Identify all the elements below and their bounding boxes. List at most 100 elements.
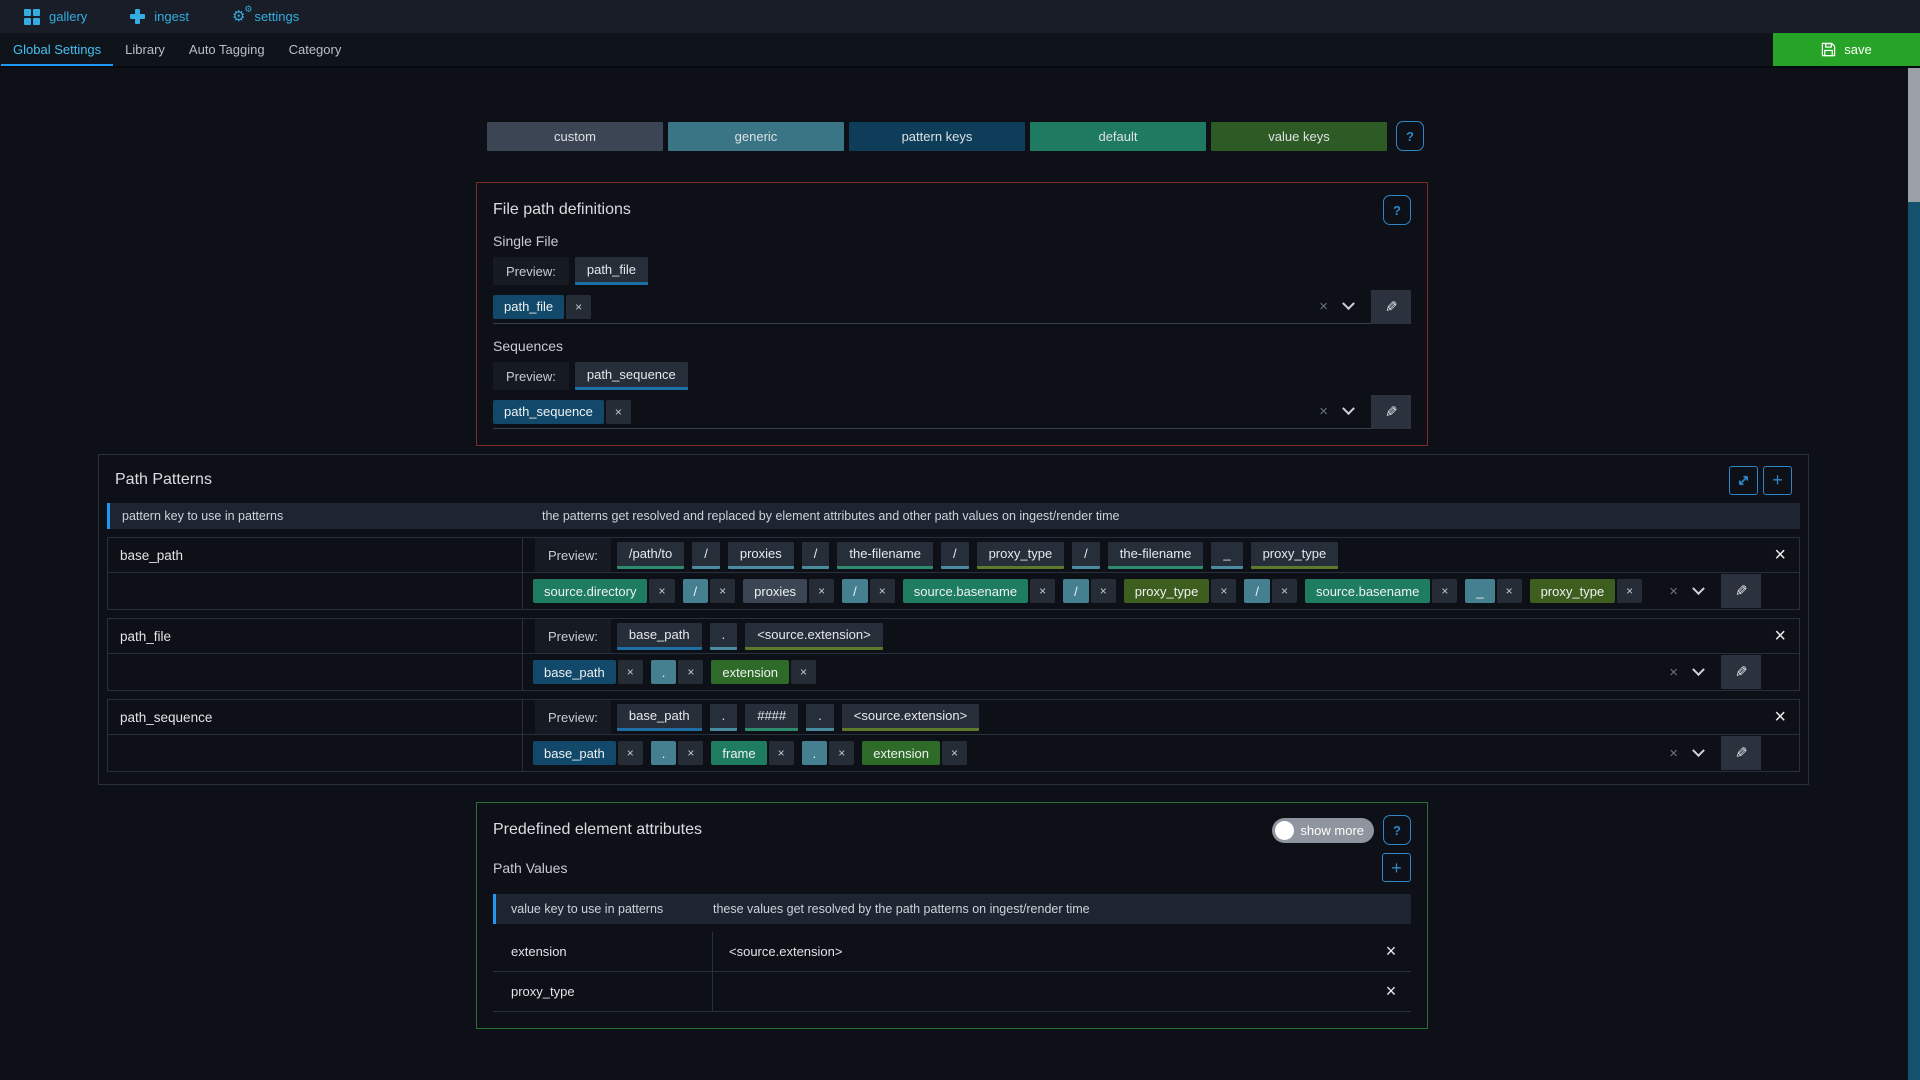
remove-chip-icon[interactable]: × xyxy=(829,741,854,765)
chevron-down-icon[interactable] xyxy=(1692,663,1705,676)
edit-button[interactable]: ✎ xyxy=(1371,395,1411,429)
tag-chip[interactable]: proxy_type× xyxy=(1124,579,1237,603)
predefined-help-button[interactable]: ? xyxy=(1383,815,1411,845)
clear-input-icon[interactable]: × xyxy=(1669,745,1678,762)
remove-chip-icon[interactable]: × xyxy=(566,295,591,319)
tag-chip[interactable]: .× xyxy=(802,741,855,765)
value-content[interactable] xyxy=(713,972,1371,1011)
nav-gallery[interactable]: gallery xyxy=(24,9,87,25)
tag-chip-label: / xyxy=(683,579,709,603)
remove-chip-icon[interactable]: × xyxy=(769,741,794,765)
remove-chip-icon[interactable]: × xyxy=(870,579,895,603)
tag-chip[interactable]: extension× xyxy=(711,660,816,684)
sequences-pattern-input[interactable]: path_sequence× × ✎ xyxy=(493,395,1411,429)
preview-chip: . xyxy=(806,704,834,731)
tag-chip[interactable]: /× xyxy=(683,579,736,603)
clear-input-icon[interactable]: × xyxy=(1669,664,1678,681)
tag-chip[interactable]: proxies× xyxy=(743,579,834,603)
show-more-toggle[interactable]: show more xyxy=(1272,818,1374,843)
tag-chip[interactable]: proxy_type× xyxy=(1530,579,1643,603)
tag-chip[interactable]: /× xyxy=(1063,579,1116,603)
delete-value-button[interactable]: × xyxy=(1371,972,1411,1011)
remove-chip-icon[interactable]: × xyxy=(1030,579,1055,603)
tag-chip[interactable]: path_file× xyxy=(493,295,591,319)
tag-chip[interactable]: .× xyxy=(651,741,704,765)
remove-chip-icon[interactable]: × xyxy=(1432,579,1457,603)
pattern-editor-input[interactable]: source.directory×/×proxies×/×source.base… xyxy=(523,573,1799,609)
edit-button[interactable]: ✎ xyxy=(1371,290,1411,324)
preview-chip: / xyxy=(941,542,969,569)
remove-chip-icon[interactable]: × xyxy=(1617,579,1642,603)
clear-input-icon[interactable]: × xyxy=(1319,298,1328,315)
tag-chip[interactable]: base_path× xyxy=(533,741,643,765)
remove-chip-icon[interactable]: × xyxy=(710,579,735,603)
scrollbar-thumb[interactable] xyxy=(1908,68,1920,202)
tab-auto-tagging[interactable]: Auto Tagging xyxy=(177,33,277,66)
remove-chip-icon[interactable]: × xyxy=(606,400,631,424)
generic-button[interactable]: generic xyxy=(668,122,844,151)
clear-input-icon[interactable]: × xyxy=(1319,403,1328,420)
tag-chip[interactable]: _× xyxy=(1465,579,1521,603)
tag-chip[interactable]: extension× xyxy=(862,741,967,765)
tab-global-settings[interactable]: Global Settings xyxy=(1,33,113,66)
remove-chip-icon[interactable]: × xyxy=(942,741,967,765)
pattern-keys-button[interactable]: pattern keys xyxy=(849,122,1025,151)
custom-button[interactable]: custom xyxy=(487,122,663,151)
edit-button[interactable]: ✎ xyxy=(1721,574,1761,608)
tag-chip[interactable]: source.directory× xyxy=(533,579,675,603)
tag-chip-label: . xyxy=(802,741,828,765)
remove-chip-icon[interactable]: × xyxy=(649,579,674,603)
preview-chip: _ xyxy=(1211,542,1242,569)
remove-chip-icon[interactable]: × xyxy=(791,660,816,684)
add-pattern-button[interactable]: + xyxy=(1763,466,1792,495)
remove-chip-icon[interactable]: × xyxy=(1211,579,1236,603)
help-button[interactable]: ? xyxy=(1396,121,1424,151)
nav-ingest[interactable]: ingest xyxy=(130,9,189,24)
value-keys-button[interactable]: value keys xyxy=(1211,122,1387,151)
tag-chip[interactable]: source.basename× xyxy=(1305,579,1457,603)
tag-chip[interactable]: path_sequence× xyxy=(493,400,631,424)
save-button[interactable]: save xyxy=(1773,33,1920,66)
edit-button[interactable]: ✎ xyxy=(1721,736,1761,770)
clear-input-icon[interactable]: × xyxy=(1669,583,1678,600)
remove-chip-icon[interactable]: × xyxy=(678,741,703,765)
tab-category[interactable]: Category xyxy=(277,33,354,66)
delete-pattern-button[interactable]: × xyxy=(1774,707,1786,727)
pattern-editor-input[interactable]: base_path× .× extension× × ✎ xyxy=(523,654,1799,690)
tag-chip[interactable]: base_path× xyxy=(533,660,643,684)
value-content[interactable]: <source.extension> xyxy=(713,932,1371,971)
nav-settings[interactable]: ⚙⚙ settings xyxy=(232,9,299,24)
scrollbar[interactable] xyxy=(1908,68,1920,1080)
chevron-down-icon[interactable] xyxy=(1692,582,1705,595)
single-file-pattern-input[interactable]: path_file× × ✎ xyxy=(493,290,1411,324)
remove-chip-icon[interactable]: × xyxy=(1497,579,1522,603)
remove-chip-icon[interactable]: × xyxy=(1272,579,1297,603)
expand-button[interactable] xyxy=(1729,466,1758,495)
preview-chip: . xyxy=(710,623,738,650)
delete-pattern-button[interactable]: × xyxy=(1774,626,1786,646)
add-path-value-button[interactable]: + xyxy=(1382,853,1411,882)
tag-chip[interactable]: .× xyxy=(651,660,704,684)
pattern-editor-input[interactable]: base_path×.×frame×.×extension× × ✎ xyxy=(523,735,1799,771)
remove-chip-icon[interactable]: × xyxy=(678,660,703,684)
delete-pattern-button[interactable]: × xyxy=(1774,545,1786,565)
delete-value-button[interactable]: × xyxy=(1371,932,1411,971)
remove-chip-icon[interactable]: × xyxy=(1091,579,1116,603)
chevron-down-icon[interactable] xyxy=(1342,402,1355,415)
remove-chip-icon[interactable]: × xyxy=(618,741,643,765)
remove-chip-icon[interactable]: × xyxy=(809,579,834,603)
tag-chip[interactable]: frame× xyxy=(711,741,793,765)
tag-chip[interactable]: source.basename× xyxy=(903,579,1055,603)
chevron-down-icon[interactable] xyxy=(1692,744,1705,757)
remove-chip-icon[interactable]: × xyxy=(618,660,643,684)
default-button[interactable]: default xyxy=(1030,122,1206,151)
tag-chip[interactable]: /× xyxy=(842,579,895,603)
file-path-definitions-help-button[interactable]: ? xyxy=(1383,195,1411,225)
preview-label: Preview: xyxy=(535,619,611,653)
tab-library[interactable]: Library xyxy=(113,33,177,66)
tag-chip-label: proxy_type xyxy=(1124,579,1210,603)
pencil-icon: ✎ xyxy=(1385,298,1398,316)
tag-chip[interactable]: /× xyxy=(1244,579,1297,603)
edit-button[interactable]: ✎ xyxy=(1721,655,1761,689)
chevron-down-icon[interactable] xyxy=(1342,297,1355,310)
